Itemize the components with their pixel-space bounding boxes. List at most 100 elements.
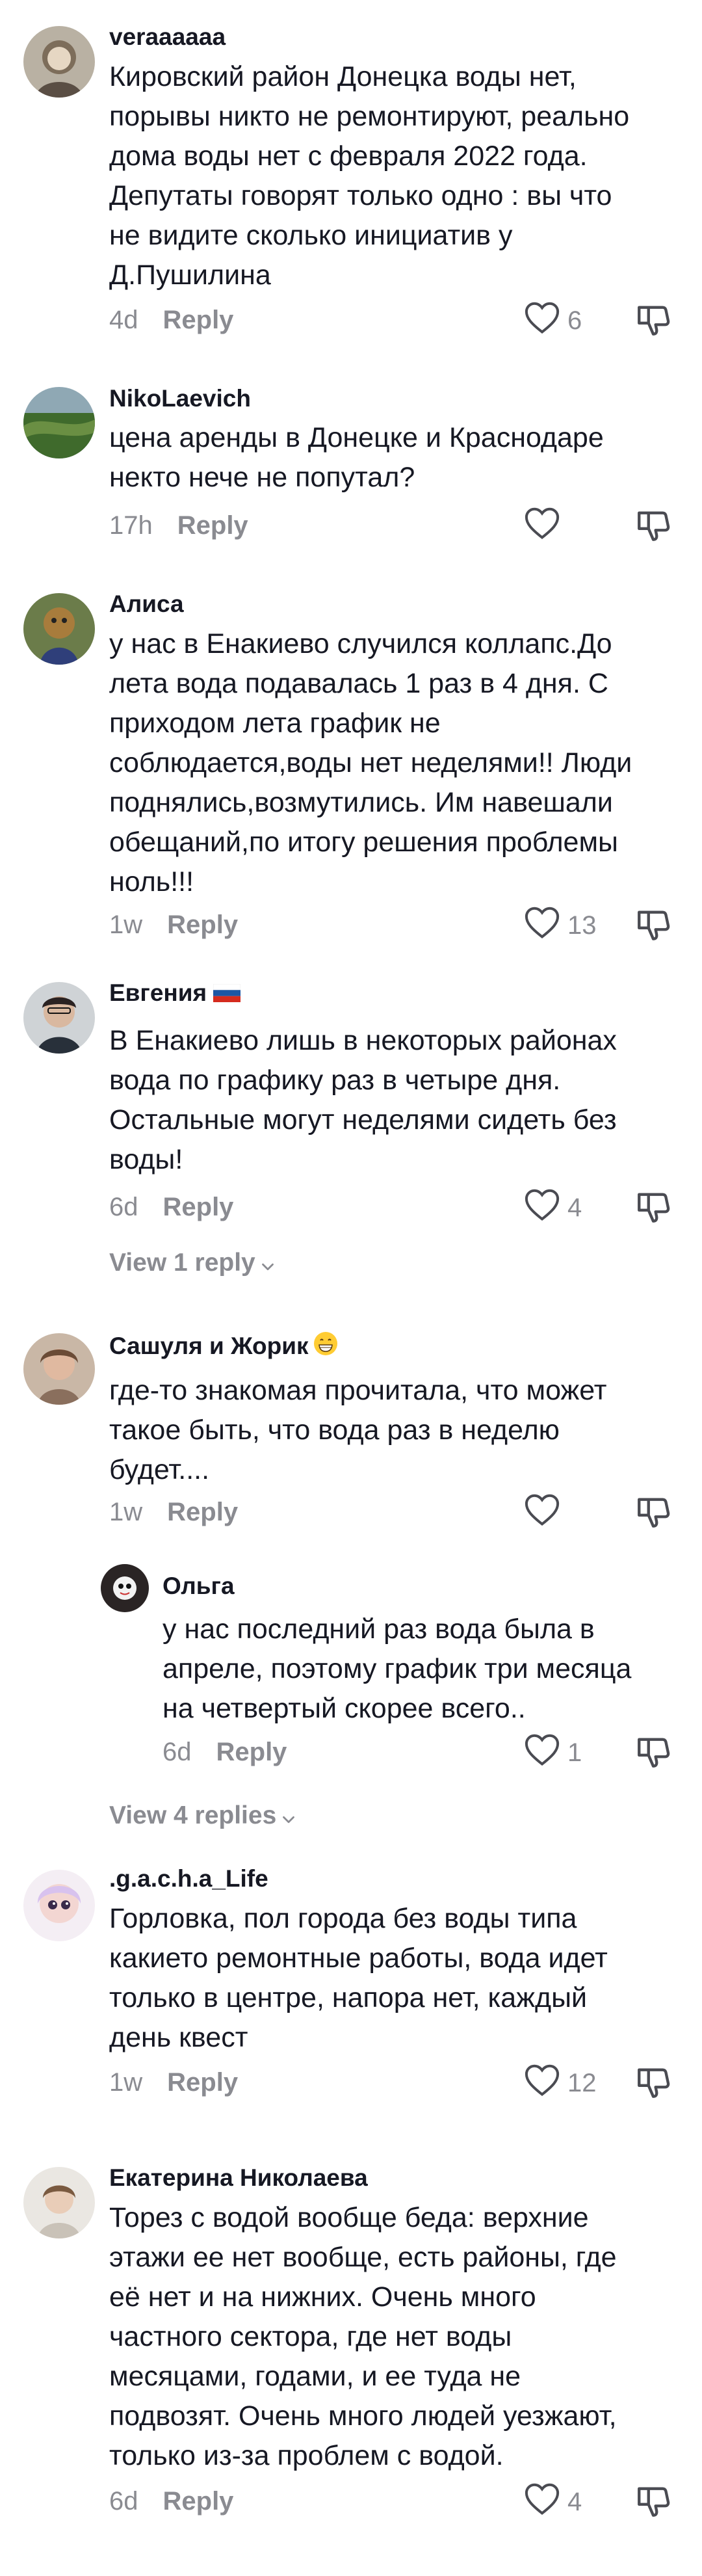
avatar[interactable]	[101, 1564, 149, 1612]
avatar[interactable]	[23, 2167, 95, 2238]
comment-line: у нас в Енакиево случился коллапс.До	[109, 628, 612, 659]
dislike-button[interactable]	[634, 2064, 672, 2101]
heart-outline-icon	[523, 1733, 561, 1773]
comment-line: В Енакиево лишь в некоторых районах	[109, 1025, 617, 1056]
comment-line: обещаний,по итогу решения проблемы	[109, 827, 618, 858]
username[interactable]: Ольга	[162, 1573, 235, 1600]
comment-line: апреле, поэтому график три месяца	[162, 1653, 632, 1684]
thumbs-down-icon	[638, 2068, 670, 2098]
comment-line: на четвертый скорее всего..	[162, 1693, 526, 1724]
comment-meta: 1w Reply	[109, 1498, 238, 1527]
view-replies-button[interactable]: View 1 reply	[109, 1249, 278, 1277]
comment-line: какието ремонтные работы, вода идет	[109, 1943, 608, 1974]
comment-line: подвозят. Очень много людей уезжают,	[109, 2400, 617, 2432]
russia-flag-icon	[213, 984, 241, 1002]
thumbs-down-icon	[638, 306, 670, 336]
like-count: 13	[567, 910, 597, 940]
heart-outline-icon	[523, 1493, 561, 1533]
view-replies-label: View 1 reply	[109, 1249, 255, 1277]
avatar[interactable]	[23, 387, 95, 458]
thumbs-down-icon	[638, 1738, 670, 1768]
username[interactable]: .g.a.c.h.a_Life	[109, 1865, 268, 1892]
avatar[interactable]	[23, 593, 95, 665]
comment-line: вода по графику раз в четыре дня.	[109, 1065, 561, 1096]
username[interactable]: Алиса	[109, 591, 184, 618]
comment-line: поднялись,возмутились. Им навешали	[109, 787, 613, 818]
username[interactable]: Евгения	[109, 979, 241, 1007]
username[interactable]: veraaaaaa	[109, 23, 226, 51]
view-replies-button[interactable]: View 4 replies	[109, 1801, 298, 1830]
avatar[interactable]	[23, 982, 95, 1054]
heart-outline-icon	[523, 2063, 561, 2103]
timestamp: 1w	[109, 1498, 143, 1526]
dislike-button[interactable]	[634, 2482, 672, 2520]
comment-line: только в центре, напора нет, каждый	[109, 1982, 587, 2013]
comments-list: veraaaaaa Кировский район Донецка воды н…	[0, 0, 702, 2576]
comment-meta: 1w Reply	[109, 910, 238, 940]
comment-line: Депутаты говорят только одно : вы что	[109, 180, 612, 211]
heart-outline-icon	[523, 905, 561, 946]
like-count: 12	[567, 2068, 597, 2097]
like-button[interactable]: 12	[523, 2064, 597, 2103]
comment-line: воды!	[109, 1144, 183, 1175]
comment-line: Горловка, пол города без воды типа	[109, 1903, 577, 1934]
comment-meta: 1w Reply	[109, 2068, 238, 2097]
comment-line: лета вода подавалась 1 раз в 4 дня. С	[109, 668, 608, 699]
comment-text: Горловка, пол города без воды типа какие…	[109, 1899, 668, 2058]
avatar[interactable]	[23, 1870, 95, 1941]
comment-line: Торез с водой вообще беда: верхние	[109, 2202, 589, 2233]
reply-button[interactable]: Reply	[163, 2487, 234, 2516]
reply-button[interactable]: Reply	[216, 1738, 287, 1767]
like-button[interactable]: 13	[523, 906, 597, 945]
comment-text: В Енакиево лишь в некоторых районах вода…	[109, 1021, 668, 1180]
like-button[interactable]: 1	[523, 1733, 582, 1772]
like-count: 6	[567, 306, 582, 335]
comment-line: такое быть, что вода раз в неделю	[109, 1414, 560, 1446]
comment-line: где-то знакомая прочитала, что может	[109, 1375, 607, 1406]
reply-button[interactable]: Reply	[167, 1498, 238, 1527]
comment-line: цена аренды в Донецке и Краснодаре	[109, 422, 604, 453]
reply-button[interactable]: Reply	[163, 1193, 234, 1222]
reply-button[interactable]: Reply	[167, 2068, 238, 2097]
timestamp: 17h	[109, 511, 153, 540]
dislike-button[interactable]	[634, 301, 672, 339]
reply-button[interactable]: Reply	[163, 306, 234, 335]
comment-line: Д.Пушилина	[109, 259, 271, 291]
dislike-button[interactable]	[634, 507, 672, 544]
username[interactable]: Сашуля и Жорик	[109, 1331, 339, 1360]
username[interactable]: Екатерина Николаева	[109, 2164, 368, 2192]
avatar[interactable]	[23, 26, 95, 98]
dislike-button[interactable]	[634, 1733, 672, 1771]
comment-line: этажи ее нет вообще, есть районы, где	[109, 2242, 617, 2273]
comment-line: ноль!!!	[109, 866, 194, 897]
comment-line: будет....	[109, 1454, 210, 1485]
like-button[interactable]: 4	[523, 1188, 582, 1227]
like-button[interactable]: 4	[523, 2482, 582, 2521]
like-button[interactable]: 6	[523, 301, 582, 340]
comment-meta: 4d Reply	[109, 306, 233, 335]
like-button[interactable]	[523, 507, 567, 546]
heart-outline-icon	[523, 2482, 561, 2522]
comment-meta: 6d Reply	[109, 1193, 233, 1222]
reply-button[interactable]: Reply	[167, 910, 238, 940]
comment-meta: 17h Reply	[109, 511, 248, 540]
comment-line: у нас последний раз вода была в	[162, 1613, 595, 1645]
username[interactable]: NikoLaevich	[109, 385, 251, 412]
chevron-down-icon	[279, 1807, 298, 1827]
reply-button[interactable]: Reply	[177, 511, 248, 540]
dislike-button[interactable]	[634, 906, 672, 944]
comment-meta: 6d Reply	[109, 2487, 233, 2516]
comment-line: её нет и на нижних. Очень много	[109, 2281, 536, 2313]
thumbs-down-icon	[638, 2487, 670, 2517]
comment-line: только из-за проблем с водой.	[109, 2440, 504, 2471]
comment-line: соблюдается,воды нет неделями!! Люди	[109, 747, 632, 778]
like-count: 4	[567, 2487, 582, 2516]
username-text: Сашуля и Жорик	[109, 1333, 309, 1359]
heart-outline-icon	[523, 1188, 561, 1228]
comment-text: Торез с водой вообще беда: верхние этажи…	[109, 2198, 668, 2476]
dislike-button[interactable]	[634, 1188, 672, 1226]
like-button[interactable]	[523, 1493, 567, 1532]
dislike-button[interactable]	[634, 1493, 672, 1531]
avatar[interactable]	[23, 1333, 95, 1405]
comment-line: некто нече не попутал?	[109, 462, 415, 493]
